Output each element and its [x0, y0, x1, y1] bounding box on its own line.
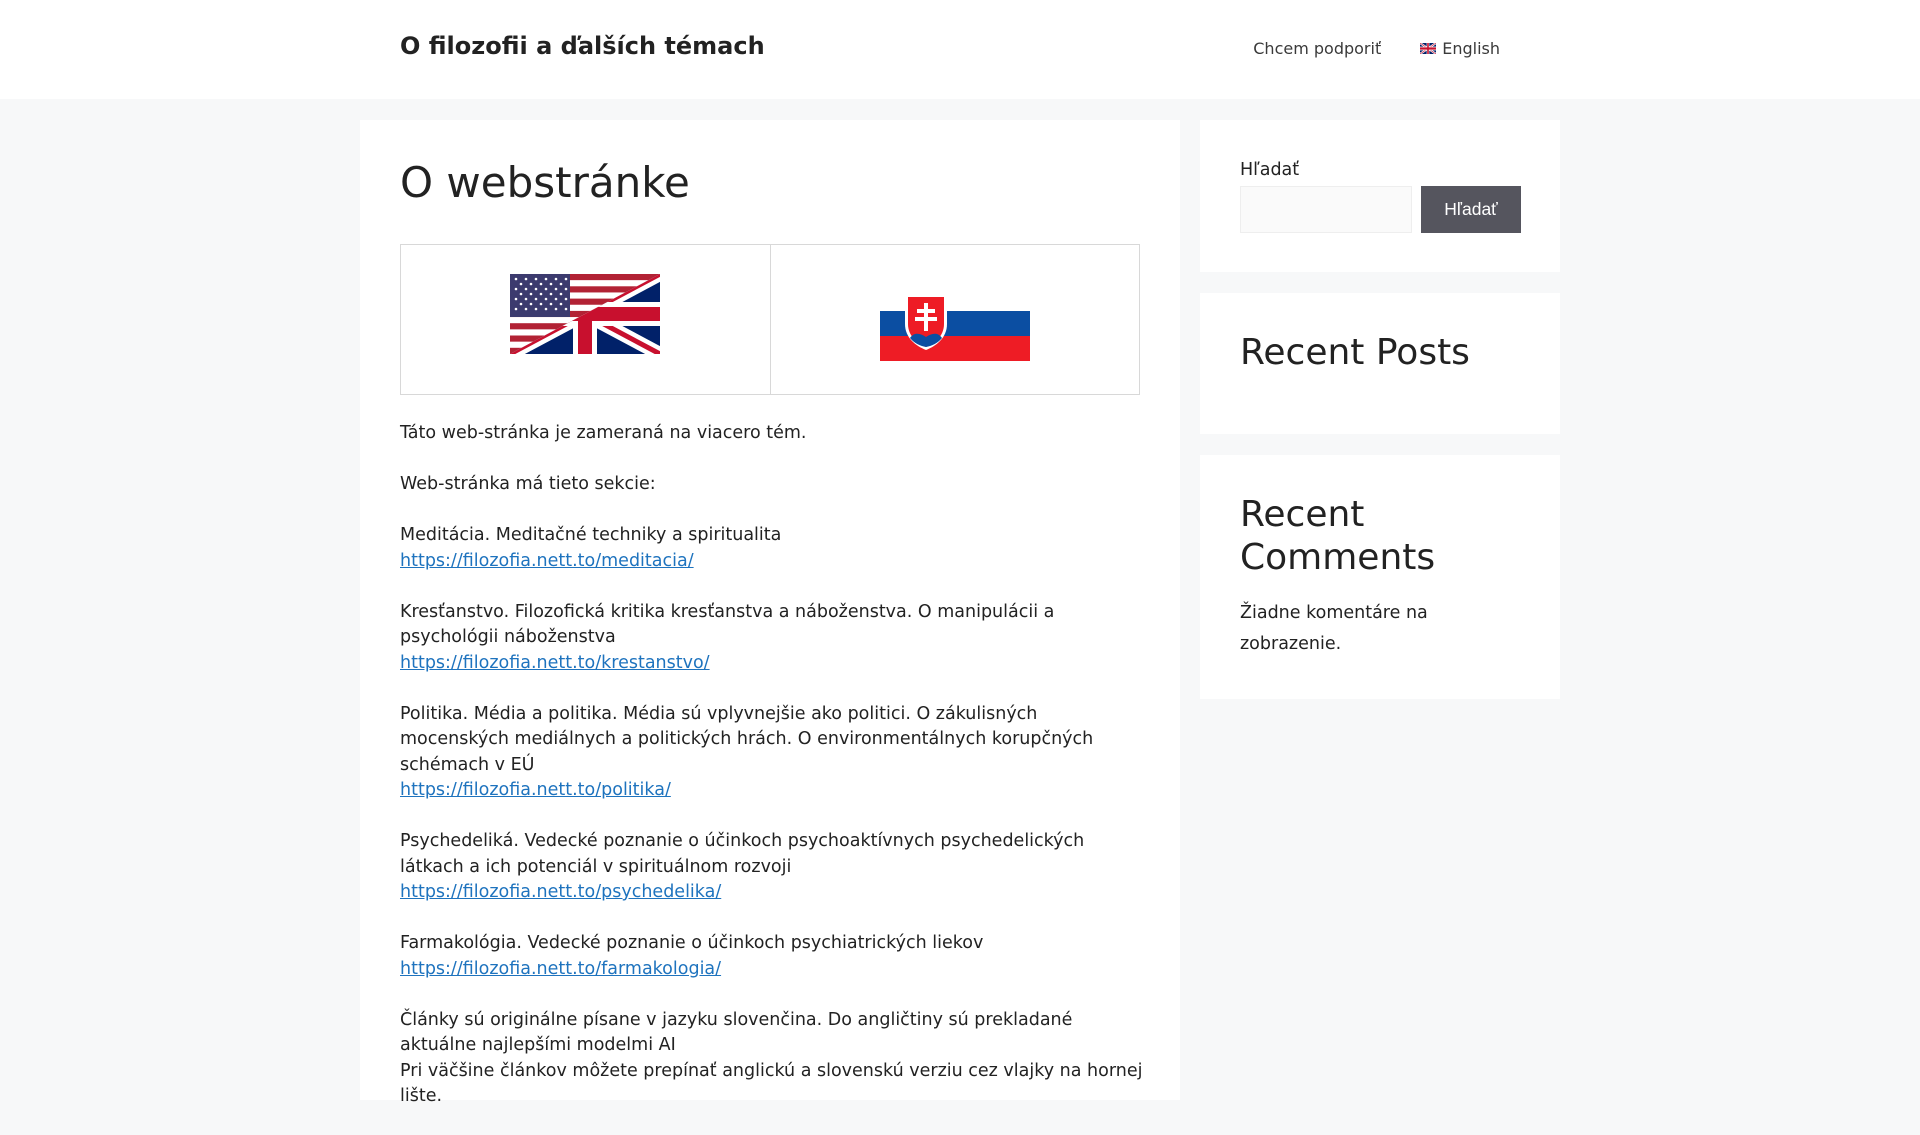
section-farmakologia: Farmakológia. Vedecké poznanie o účinkoc…	[400, 931, 1145, 982]
section-psychedelika: Psychedeliká. Vedecké poznanie o účinkoc…	[400, 829, 1145, 906]
recent-posts-title: Recent Posts	[1240, 332, 1470, 373]
search-label: Hľadať	[1240, 160, 1300, 180]
uk-flag-icon	[1420, 43, 1437, 54]
main-navigation: Chcem podporiť English	[1253, 39, 1500, 58]
language-switch-note: Pri väčšine článkov môžete prepínať angl…	[400, 1060, 1143, 1107]
no-comments-text: Žiadne komentáre na zobrazenie.	[1240, 603, 1428, 654]
article-body: Táto web-stránka je zameraná na viacero …	[400, 421, 1145, 1135]
search-widget: Hľadať Hľadať	[1200, 120, 1560, 272]
section-psychedelika-text: Psychedeliká. Vedecké poznanie o účinkoc…	[400, 831, 1085, 877]
site-title[interactable]: O filozofii a ďalších témach	[400, 32, 765, 60]
translation-note: Články sú originálne písane v jazyku slo…	[400, 1008, 1145, 1110]
slovak-flag-icon[interactable]	[879, 286, 1030, 361]
intro-paragraph: Táto web-stránka je zameraná na viacero …	[400, 423, 807, 443]
section-farmakologia-text: Farmakológia. Vedecké poznanie o účinkoc…	[400, 933, 984, 953]
section-meditacia-text: Meditácia. Meditačné techniky a spiritua…	[400, 525, 782, 545]
nav-item-language[interactable]: English	[1420, 39, 1500, 58]
sections-intro: Web-stránka má tieto sekcie:	[400, 474, 656, 494]
search-button[interactable]: Hľadať	[1421, 186, 1521, 233]
link-meditacia[interactable]: https://filozofia.nett.to/meditacia/	[400, 551, 694, 571]
link-krestanstvo[interactable]: https://filozofia.nett.to/krestanstvo/	[400, 653, 710, 673]
recent-comments-widget: Recent Comments Žiadne komentáre na zobr…	[1200, 455, 1560, 699]
section-meditacia: Meditácia. Meditačné techniky a spiritua…	[400, 523, 1145, 574]
site-header: O filozofii a ďalších témach Chcem podpo…	[0, 0, 1920, 99]
link-psychedelika[interactable]: https://filozofia.nett.to/psychedelika/	[400, 882, 721, 902]
section-politika: Politika. Média a politika. Média sú vpl…	[400, 702, 1145, 804]
language-flag-table	[400, 244, 1140, 395]
flag-cell-english	[401, 245, 770, 394]
us-uk-flag-icon[interactable]	[510, 273, 661, 354]
section-krestanstvo: Kresťanstvo. Filozofická kritika kresťan…	[400, 600, 1145, 677]
link-politika[interactable]: https://filozofia.nett.to/politika/	[400, 780, 671, 800]
translation-note-text: Články sú originálne písane v jazyku slo…	[400, 1009, 1073, 1056]
page-title: O webstránke	[400, 158, 690, 207]
main-content: O webstránke Táto web-stránka je zameran…	[360, 120, 1180, 1106]
nav-language-label: English	[1442, 39, 1500, 58]
section-politika-text: Politika. Média a politika. Média sú vpl…	[400, 703, 1094, 775]
recent-posts-widget: Recent Posts	[1200, 293, 1560, 434]
search-input[interactable]	[1240, 186, 1412, 233]
recent-comments-title: Recent Comments	[1240, 494, 1436, 578]
flag-cell-slovak	[769, 245, 1140, 394]
nav-item-support[interactable]: Chcem podporiť	[1253, 39, 1381, 58]
link-farmakologia[interactable]: https://filozofia.nett.to/farmakologia/	[400, 959, 721, 979]
section-krestanstvo-text: Kresťanstvo. Filozofická kritika kresťan…	[400, 601, 1055, 648]
